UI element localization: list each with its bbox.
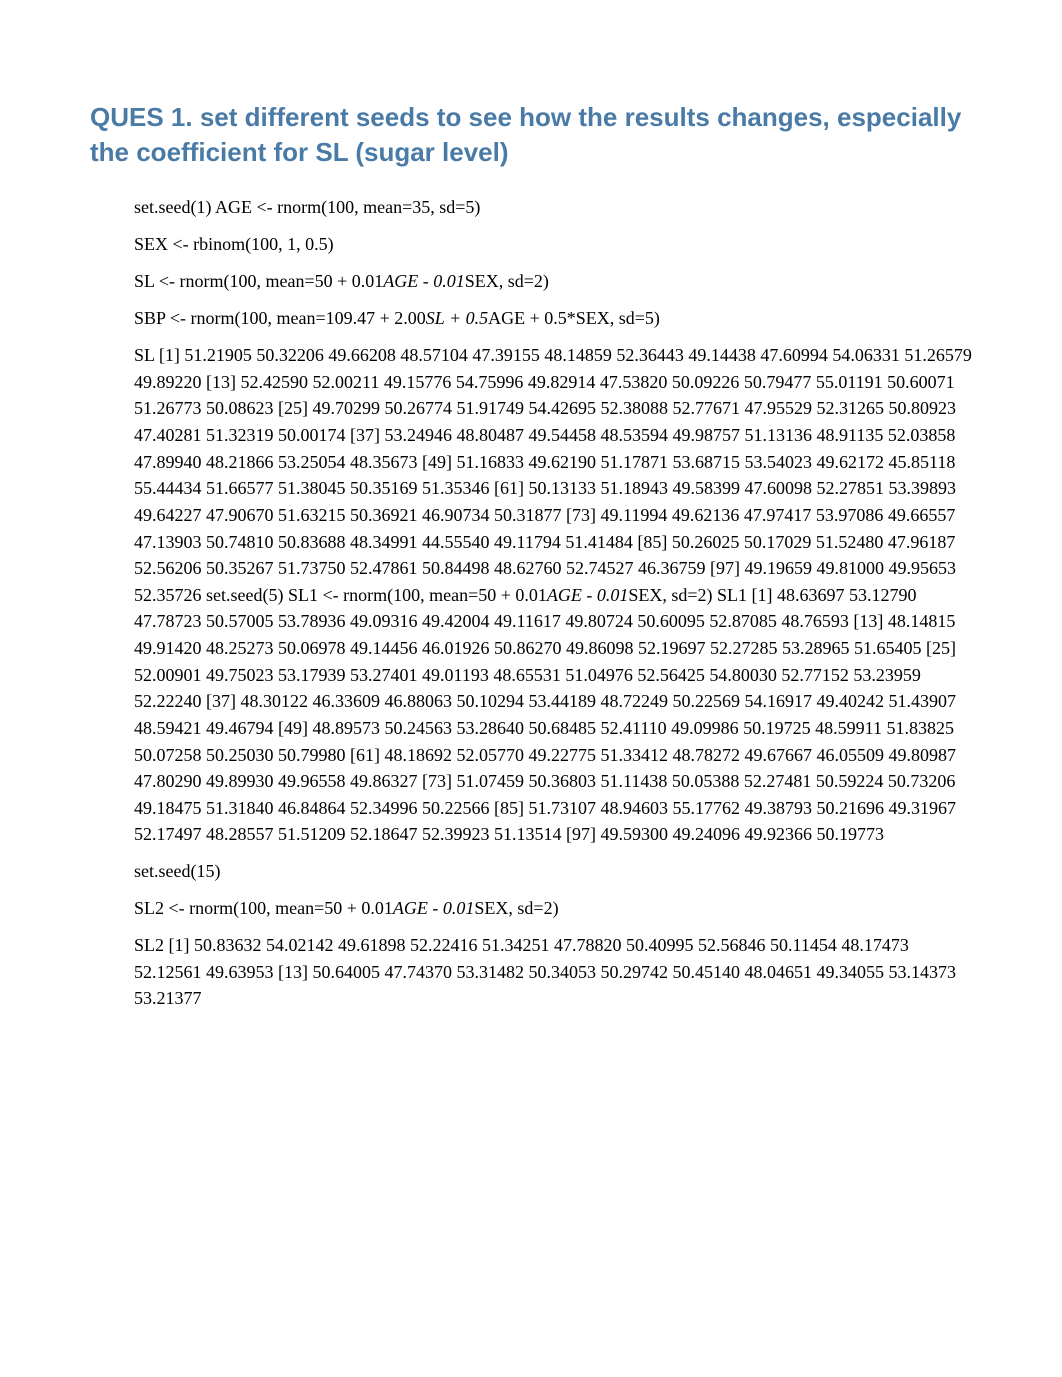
code-line: SBP <- rnorm(100, mean=109.47 + 2.00SL +… bbox=[134, 305, 972, 332]
content-area: set.seed(1) AGE <- rnorm(100, mean=35, s… bbox=[90, 194, 972, 1012]
output-block: SL2 [1] 50.83632 54.02142 49.61898 52.22… bbox=[134, 932, 972, 1012]
code-line: SL <- rnorm(100, mean=50 + 0.01AGE - 0.0… bbox=[134, 268, 972, 295]
code-line: set.seed(1) AGE <- rnorm(100, mean=35, s… bbox=[134, 194, 972, 221]
section-heading: QUES 1. set different seeds to see how t… bbox=[90, 100, 972, 170]
code-line: SL2 <- rnorm(100, mean=50 + 0.01AGE - 0.… bbox=[134, 895, 972, 922]
text-fragment: AGE + 0.5*SEX, sd=5) bbox=[488, 308, 660, 328]
text-fragment: SBP <- rnorm(100, mean=109.47 + 2.00 bbox=[134, 308, 426, 328]
italic-fragment: AGE - 0.01 bbox=[393, 898, 474, 918]
italic-fragment: AGE - 0.01 bbox=[383, 271, 464, 291]
text-fragment: SEX, sd=2) bbox=[474, 898, 558, 918]
code-line: SEX <- rbinom(100, 1, 0.5) bbox=[134, 231, 972, 258]
italic-fragment: AGE - 0.01 bbox=[547, 585, 628, 605]
document-page: QUES 1. set different seeds to see how t… bbox=[0, 0, 1062, 1082]
text-fragment: SL <- rnorm(100, mean=50 + 0.01 bbox=[134, 271, 383, 291]
text-fragment: SEX, sd=2) SL1 [1] 48.63697 53.12790 47.… bbox=[134, 585, 956, 845]
text-fragment: SEX, sd=2) bbox=[465, 271, 549, 291]
text-fragment: SL2 <- rnorm(100, mean=50 + 0.01 bbox=[134, 898, 393, 918]
output-block: SL [1] 51.21905 50.32206 49.66208 48.571… bbox=[134, 342, 972, 848]
text-fragment: SL [1] 51.21905 50.32206 49.66208 48.571… bbox=[134, 345, 972, 605]
code-line: set.seed(15) bbox=[134, 858, 972, 885]
italic-fragment: SL + 0.5 bbox=[426, 308, 488, 328]
